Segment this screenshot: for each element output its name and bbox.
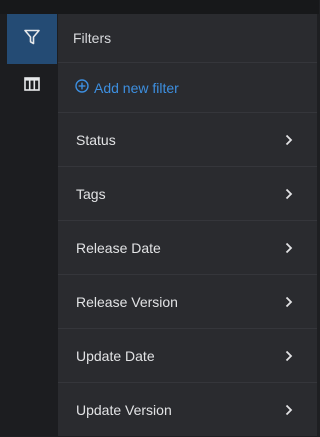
side-rail bbox=[0, 14, 58, 436]
filter-item-label: Tags bbox=[76, 185, 106, 202]
columns-rail-button[interactable] bbox=[7, 64, 57, 108]
filter-item-label: Update Date bbox=[76, 347, 155, 364]
filter-item-label: Update Version bbox=[76, 402, 172, 418]
filter-item-release-date[interactable]: Release Date bbox=[58, 221, 317, 275]
panel-title: Filters bbox=[58, 14, 317, 63]
add-new-filter-button[interactable]: Add new filter bbox=[58, 63, 317, 113]
chevron-right-icon bbox=[285, 188, 293, 200]
add-new-filter-label: Add new filter bbox=[94, 79, 179, 96]
top-bar bbox=[0, 0, 319, 14]
filter-item-label: Release Date bbox=[76, 239, 161, 256]
chevron-right-icon bbox=[285, 296, 293, 308]
filter-item-label: Status bbox=[76, 131, 116, 148]
filter-item-label: Release Version bbox=[76, 293, 178, 310]
filter-item-update-version[interactable]: Update Version bbox=[58, 383, 317, 437]
chevron-right-icon bbox=[285, 350, 293, 362]
filters-panel: Filters Add new filter Status Tags Relea… bbox=[58, 14, 317, 436]
filter-item-status[interactable]: Status bbox=[58, 113, 317, 167]
filter-item-tags[interactable]: Tags bbox=[58, 167, 317, 221]
filter-item-release-version[interactable]: Release Version bbox=[58, 275, 317, 329]
filter-icon bbox=[23, 28, 41, 51]
filter-item-update-date[interactable]: Update Date bbox=[58, 329, 317, 383]
chevron-right-icon bbox=[285, 242, 293, 254]
chevron-right-icon bbox=[285, 134, 293, 146]
filter-rail-button[interactable] bbox=[7, 14, 57, 64]
plus-circle-icon bbox=[75, 79, 94, 96]
panel-edge bbox=[317, 14, 319, 436]
chevron-right-icon bbox=[285, 404, 293, 416]
columns-icon bbox=[24, 76, 40, 96]
